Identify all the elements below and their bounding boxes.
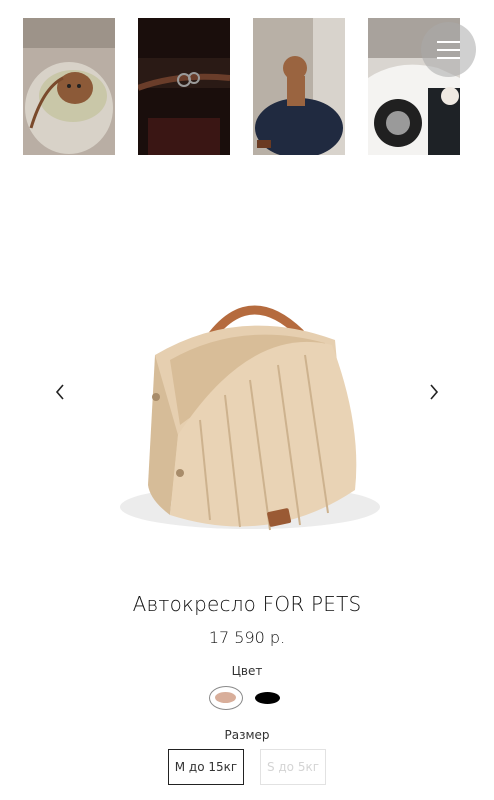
color-swatch-black[interactable] bbox=[255, 692, 280, 704]
color-label: Цвет bbox=[231, 664, 263, 678]
chevron-left-icon bbox=[55, 384, 64, 400]
product-image bbox=[100, 285, 400, 555]
product-price: 17 590 р. bbox=[208, 628, 286, 647]
size-option-m[interactable]: M до 15кг bbox=[168, 749, 244, 785]
thumbnail-bag-strap[interactable] bbox=[138, 18, 230, 155]
thumbnail-dog-in-bag[interactable] bbox=[23, 18, 115, 155]
color-swatch-beige-fill bbox=[215, 692, 236, 703]
size-option-s[interactable]: S до 5кг bbox=[260, 749, 326, 785]
thumbnail-gallery bbox=[23, 18, 471, 155]
next-image-button[interactable] bbox=[422, 380, 446, 404]
hamburger-menu-icon-bar bbox=[437, 49, 460, 51]
product-title: Автокресло FOR PETS bbox=[132, 592, 362, 616]
size-label: Размер bbox=[224, 728, 270, 742]
chevron-right-icon bbox=[430, 384, 439, 400]
previous-image-button[interactable] bbox=[48, 380, 72, 404]
color-swatches bbox=[0, 686, 494, 710]
menu-button[interactable] bbox=[421, 22, 476, 77]
color-swatch-beige[interactable] bbox=[209, 686, 243, 710]
thumbnail-poodle-seat[interactable] bbox=[253, 18, 345, 155]
hamburger-menu-icon bbox=[437, 41, 460, 43]
hamburger-menu-icon-bar bbox=[437, 57, 460, 59]
